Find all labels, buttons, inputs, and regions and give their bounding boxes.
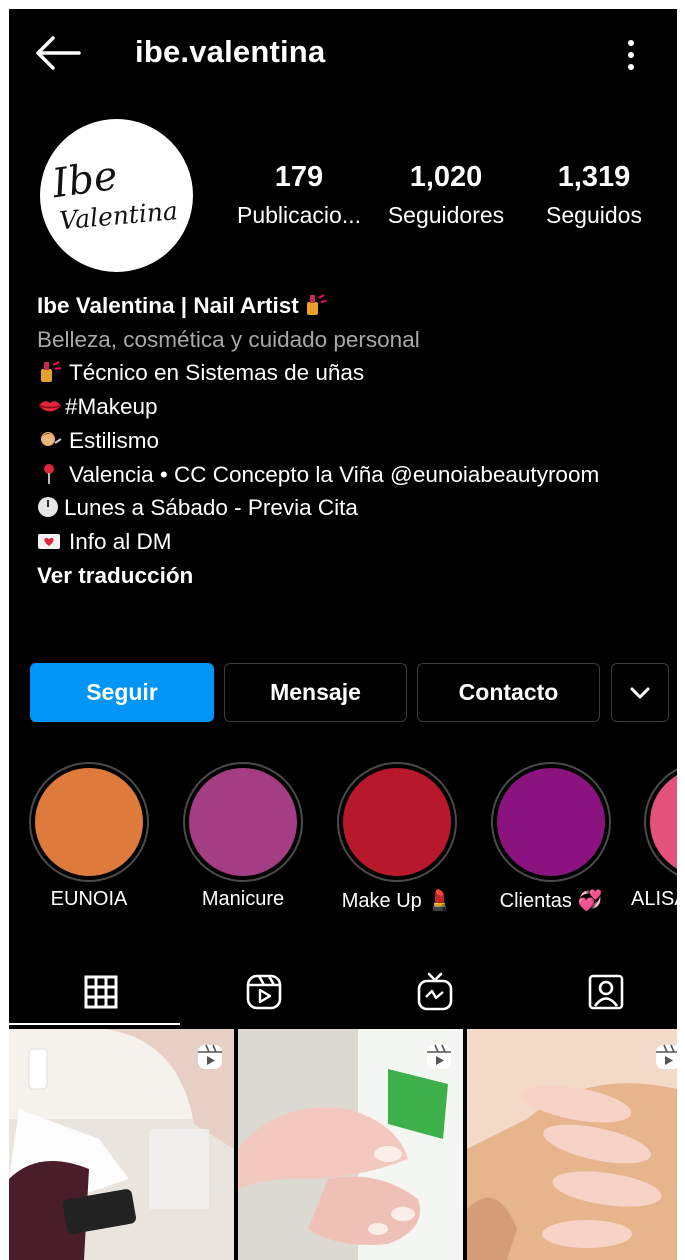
active-tab-indicator bbox=[9, 1023, 180, 1025]
bio-line: Técnico en Sistemas de uñas bbox=[37, 356, 672, 390]
avatar-line1: Ibe bbox=[48, 153, 120, 208]
highlight-clientas[interactable]: Clientas 💞 bbox=[490, 762, 612, 912]
bio: Ibe Valentina | Nail Artist Belleza, cos… bbox=[37, 289, 672, 592]
stat-posts-count: 179 bbox=[274, 161, 324, 193]
chevron-down-icon bbox=[630, 687, 650, 698]
bio-line-text: Valencia • CC Concepto la Viña @eunoiabe… bbox=[69, 461, 600, 487]
profile-username: ibe.valentina bbox=[135, 34, 326, 69]
avatar-logo: Ibe Valentina bbox=[48, 153, 178, 236]
haircut-icon bbox=[41, 431, 62, 446]
reels-icon bbox=[656, 1044, 677, 1069]
stat-posts[interactable]: 179 Publicacio... bbox=[224, 161, 374, 229]
clock-icon bbox=[38, 497, 58, 518]
bio-line: Valencia • CC Concepto la Viña @eunoiabe… bbox=[37, 458, 672, 492]
bio-line: Lunes a Sábado - Previa Cita bbox=[37, 491, 672, 525]
profile-screen: ibe.valentina Ibe Valentina 179 Publicac… bbox=[9, 9, 677, 1260]
translate-link[interactable]: Ver traducción bbox=[37, 559, 672, 593]
reels-icon bbox=[198, 1044, 222, 1069]
message-button[interactable]: Mensaje bbox=[224, 663, 407, 722]
highlight-cover bbox=[189, 768, 297, 876]
profile-tabs bbox=[9, 959, 677, 1029]
highlight-label: Clientas 💞 bbox=[499, 890, 603, 912]
highlight-cover bbox=[650, 768, 677, 876]
stat-followers-count: 1,020 bbox=[409, 161, 483, 193]
bio-line-text: Info al DM bbox=[69, 528, 172, 554]
highlight-label: Make Up 💄 bbox=[341, 890, 453, 912]
bio-category: Belleza, cosmética y cuidado personal bbox=[37, 326, 420, 352]
love-letter-icon bbox=[38, 533, 60, 549]
highlight-ring bbox=[29, 762, 149, 882]
highlight-makeup[interactable]: Make Up 💄 bbox=[336, 762, 458, 912]
bio-line-text: Lunes a Sábado - Previa Cita bbox=[64, 495, 358, 521]
highlight-eunoia[interactable]: EUNOIA bbox=[28, 762, 150, 910]
pin-icon bbox=[44, 463, 54, 484]
highlight-cover bbox=[343, 768, 451, 876]
highlight-cover bbox=[35, 768, 143, 876]
lips-icon bbox=[39, 401, 61, 412]
highlight-label: Manicure bbox=[201, 888, 285, 910]
post-thumbnail bbox=[467, 1029, 677, 1260]
stat-following-count: 1,319 bbox=[557, 161, 631, 193]
highlight-ring bbox=[183, 762, 303, 882]
reels-icon bbox=[427, 1044, 451, 1069]
highlight-ring bbox=[491, 762, 611, 882]
contact-button[interactable]: Contacto bbox=[417, 663, 600, 722]
back-arrow-icon[interactable] bbox=[35, 35, 81, 71]
highlight-ring bbox=[644, 762, 677, 882]
highlight-label: ALISA bbox=[631, 888, 677, 910]
stat-followers[interactable]: 1,020 Seguidores bbox=[371, 161, 521, 229]
tab-posts-grid[interactable] bbox=[17, 959, 184, 1025]
bio-line: Estilismo bbox=[37, 424, 672, 458]
post-tile[interactable] bbox=[9, 1029, 234, 1260]
bio-name-line: Ibe Valentina | Nail Artist bbox=[37, 289, 672, 323]
bio-line: Info al DM bbox=[37, 525, 672, 559]
highlight-cover bbox=[497, 768, 605, 876]
bio-line-text: #Makeup bbox=[65, 394, 158, 420]
highlight-label: EUNOIA bbox=[50, 888, 128, 910]
highlight-ring bbox=[337, 762, 457, 882]
tab-tagged[interactable] bbox=[522, 959, 677, 1025]
highlight-manicure[interactable]: Manicure bbox=[182, 762, 304, 910]
post-tile[interactable] bbox=[467, 1029, 677, 1260]
post-tile[interactable] bbox=[238, 1029, 463, 1260]
tab-reels[interactable] bbox=[180, 959, 347, 1025]
nail-polish-icon bbox=[41, 361, 62, 383]
igtv-icon bbox=[417, 972, 452, 1011]
suggestions-dropdown-button[interactable] bbox=[611, 663, 669, 722]
bio-line: #Makeup bbox=[37, 390, 672, 424]
bio-line-text: Técnico en Sistemas de uñas bbox=[69, 360, 365, 386]
avatar[interactable]: Ibe Valentina bbox=[40, 119, 193, 272]
reels-icon bbox=[246, 974, 281, 1010]
follow-button[interactable]: Seguir bbox=[30, 663, 214, 722]
posts-grid bbox=[9, 1029, 677, 1260]
top-bar: ibe.valentina bbox=[9, 9, 677, 95]
stat-following[interactable]: 1,319 Seguidos bbox=[519, 161, 669, 229]
tab-igtv[interactable] bbox=[351, 959, 518, 1025]
grid-icon bbox=[84, 975, 117, 1009]
stat-following-label: Seguidos bbox=[546, 202, 642, 228]
nail-polish-icon bbox=[306, 294, 326, 315]
bio-line-text: Estilismo bbox=[69, 427, 160, 453]
stat-posts-label: Publicacio... bbox=[236, 202, 361, 228]
more-options-icon[interactable] bbox=[621, 37, 641, 73]
bio-name: Ibe Valentina | Nail Artist bbox=[37, 293, 299, 318]
tagged-icon bbox=[588, 974, 623, 1010]
highlight-alisa[interactable]: ALISA bbox=[631, 762, 677, 910]
stat-followers-label: Seguidores bbox=[387, 202, 505, 228]
